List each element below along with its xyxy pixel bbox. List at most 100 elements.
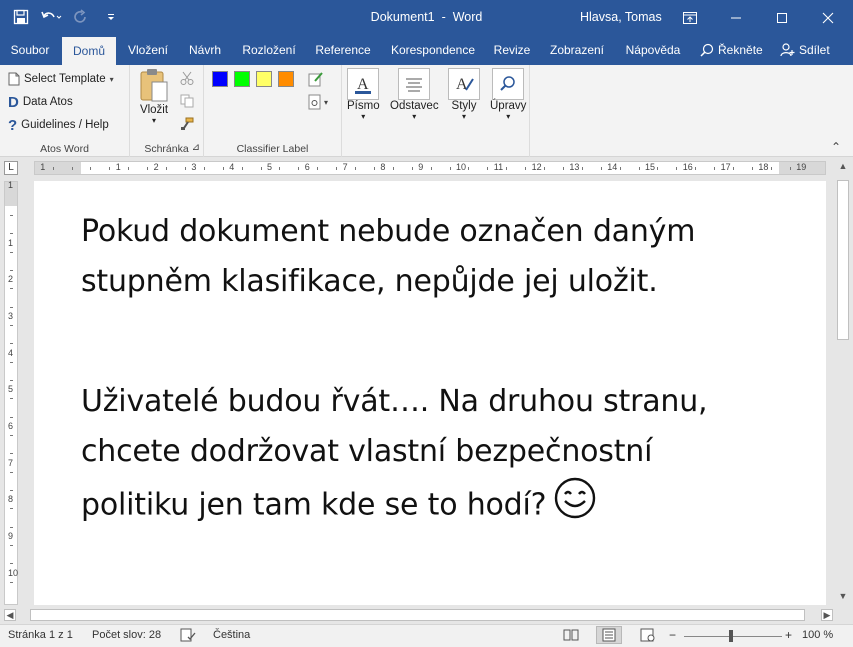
vertical-scroll-thumb[interactable]: [837, 180, 849, 340]
horizontal-scrollbar[interactable]: ◀ ▶: [0, 606, 853, 624]
classifier-orange-swatch[interactable]: [278, 71, 294, 87]
font-dropdown-icon: ▾: [361, 112, 366, 121]
data-atos-button[interactable]: D Data Atos: [8, 92, 73, 112]
save-icon[interactable]: [8, 5, 34, 29]
page-count[interactable]: Stránka 1 z 1: [8, 629, 73, 641]
read-mode-icon[interactable]: [563, 628, 579, 645]
tab-design[interactable]: Návrh: [180, 35, 230, 65]
vruler-tick: [10, 215, 13, 217]
ruler-number: 7: [342, 162, 348, 172]
group-label-classifier: Classifier Label: [236, 143, 309, 155]
zoom-slider-thumb[interactable]: [729, 630, 733, 642]
word-count[interactable]: Počet slov: 28: [92, 629, 161, 641]
tab-home[interactable]: Domů: [62, 37, 116, 65]
paste-dropdown-icon[interactable]: ▾: [152, 116, 156, 125]
scroll-right-icon[interactable]: ▶: [821, 609, 833, 621]
customize-qat-icon[interactable]: [98, 5, 124, 29]
web-layout-icon[interactable]: [640, 628, 656, 645]
zoom-in-icon[interactable]: +: [785, 628, 792, 642]
clipboard-launcher-icon[interactable]: ⊿: [192, 142, 200, 153]
guidelines-help-button[interactable]: ? Guidelines / Help: [8, 115, 109, 135]
tab-references[interactable]: Reference: [308, 35, 378, 65]
styles-dropdown-icon: ▾: [461, 112, 466, 121]
ruler-tick: [373, 167, 375, 170]
paragraph-2-line-1: Uživatelé budou řvát…. Na druhou stranu,: [81, 384, 708, 419]
ruler-tick: [789, 167, 791, 170]
paragraph-label: Odstavec: [390, 100, 439, 112]
format-painter-icon[interactable]: [180, 117, 194, 136]
zoom-level[interactable]: 100 %: [802, 629, 833, 641]
clipboard-icon: [140, 69, 168, 102]
document-paragraph-1[interactable]: Pokud dokument nebude označen daným stup…: [81, 207, 695, 307]
horizontal-ruler[interactable]: 1 1 2 3 4 5 6 7 8 9 10 11 12 13 14 15 16 17 18 19: [34, 161, 826, 175]
styles-label: Styly: [451, 100, 477, 112]
vertical-scrollbar[interactable]: ▲ ▼: [834, 158, 853, 605]
paragraph-1-line-1: Pokud dokument nebude označen daným: [81, 214, 696, 249]
label-options-button[interactable]: ▾: [308, 94, 328, 110]
font-button[interactable]: A Písmo ▾: [347, 68, 380, 121]
tab-help[interactable]: Nápověda: [618, 35, 688, 65]
tell-me-label: Řekněte: [718, 43, 763, 57]
copy-icon[interactable]: [180, 94, 194, 113]
scroll-up-icon[interactable]: ▲: [837, 160, 849, 172]
classifier-blue-swatch[interactable]: [212, 71, 228, 87]
tab-selector[interactable]: L: [4, 161, 18, 175]
tab-review[interactable]: Revize: [488, 35, 536, 65]
scroll-down-icon[interactable]: ▼: [837, 590, 849, 602]
ruler-tick: [695, 167, 697, 170]
tab-view[interactable]: Zobrazení: [540, 35, 614, 65]
ruler-tick: [222, 167, 224, 170]
ruler-tick: [430, 167, 432, 170]
ruler-tick: [468, 167, 470, 170]
share-button[interactable]: Sdílet: [780, 35, 830, 65]
paragraph-button[interactable]: Odstavec ▾: [390, 68, 439, 121]
vruler-tick: [10, 270, 13, 272]
vruler-number: 6: [8, 420, 14, 431]
ruler-tick: [449, 167, 451, 170]
vruler-tick: [10, 343, 13, 345]
editing-button[interactable]: Úpravy ▾: [490, 68, 526, 121]
ruler-tick: [506, 167, 508, 170]
language[interactable]: Čeština: [213, 629, 250, 641]
maximize-icon[interactable]: [759, 0, 805, 35]
proofing-icon[interactable]: [180, 628, 196, 645]
ruler-tick: [298, 167, 300, 170]
user-name[interactable]: Hlavsa, Tomas: [580, 10, 662, 24]
undo-icon[interactable]: [38, 5, 64, 29]
horizontal-scroll-thumb[interactable]: [30, 609, 805, 621]
collapse-ribbon-icon[interactable]: ⌃: [831, 140, 841, 154]
ruler-tick: [751, 167, 753, 170]
ruler-number: 19: [796, 162, 807, 172]
document-icon: [8, 72, 20, 86]
print-layout-icon[interactable]: [596, 626, 622, 644]
zoom-slider[interactable]: [684, 636, 782, 637]
vertical-ruler[interactable]: 1 1 2 3 4 5 6 7 8 9 10: [4, 180, 18, 605]
tab-insert[interactable]: Vložení: [118, 35, 178, 65]
minimize-icon[interactable]: [713, 0, 759, 35]
classifier-yellow-swatch[interactable]: [256, 71, 272, 87]
ribbon-display-options-icon[interactable]: [667, 0, 713, 35]
tell-me-box[interactable]: Řekněte: [700, 35, 763, 65]
ruler-number: 8: [380, 162, 386, 172]
tab-mailings[interactable]: Korespondence: [382, 35, 484, 65]
document-page[interactable]: Pokud dokument nebude označen daným stup…: [34, 181, 826, 605]
tab-layout[interactable]: Rozložení: [234, 35, 304, 65]
styles-button[interactable]: A Styly ▾: [448, 68, 480, 121]
tab-file[interactable]: Soubor: [0, 35, 60, 65]
group-styles: A Styly ▾: [442, 65, 486, 157]
redo-icon[interactable]: [68, 5, 94, 29]
paste-button[interactable]: Vložit ▾: [138, 68, 170, 125]
zoom-out-icon[interactable]: −: [669, 628, 676, 642]
ruler-tick: [90, 167, 92, 170]
dropdown-arrow-icon: ▾: [109, 74, 114, 84]
select-template-button[interactable]: Select Template ▾: [8, 69, 114, 89]
ruler-number: 16: [682, 162, 693, 172]
classifier-green-swatch[interactable]: [234, 71, 250, 87]
close-icon[interactable]: [805, 0, 851, 35]
cut-icon[interactable]: [180, 71, 194, 90]
paragraph-1-line-2: stupněm klasifikace, nepůjde jej uložit.: [81, 264, 658, 299]
label-edit-icon[interactable]: [308, 71, 324, 92]
scroll-left-icon[interactable]: ◀: [4, 609, 16, 621]
document-paragraph-2[interactable]: Uživatelé budou řvát…. Na druhou stranu,…: [81, 377, 708, 535]
vruler-tick: [10, 306, 13, 308]
